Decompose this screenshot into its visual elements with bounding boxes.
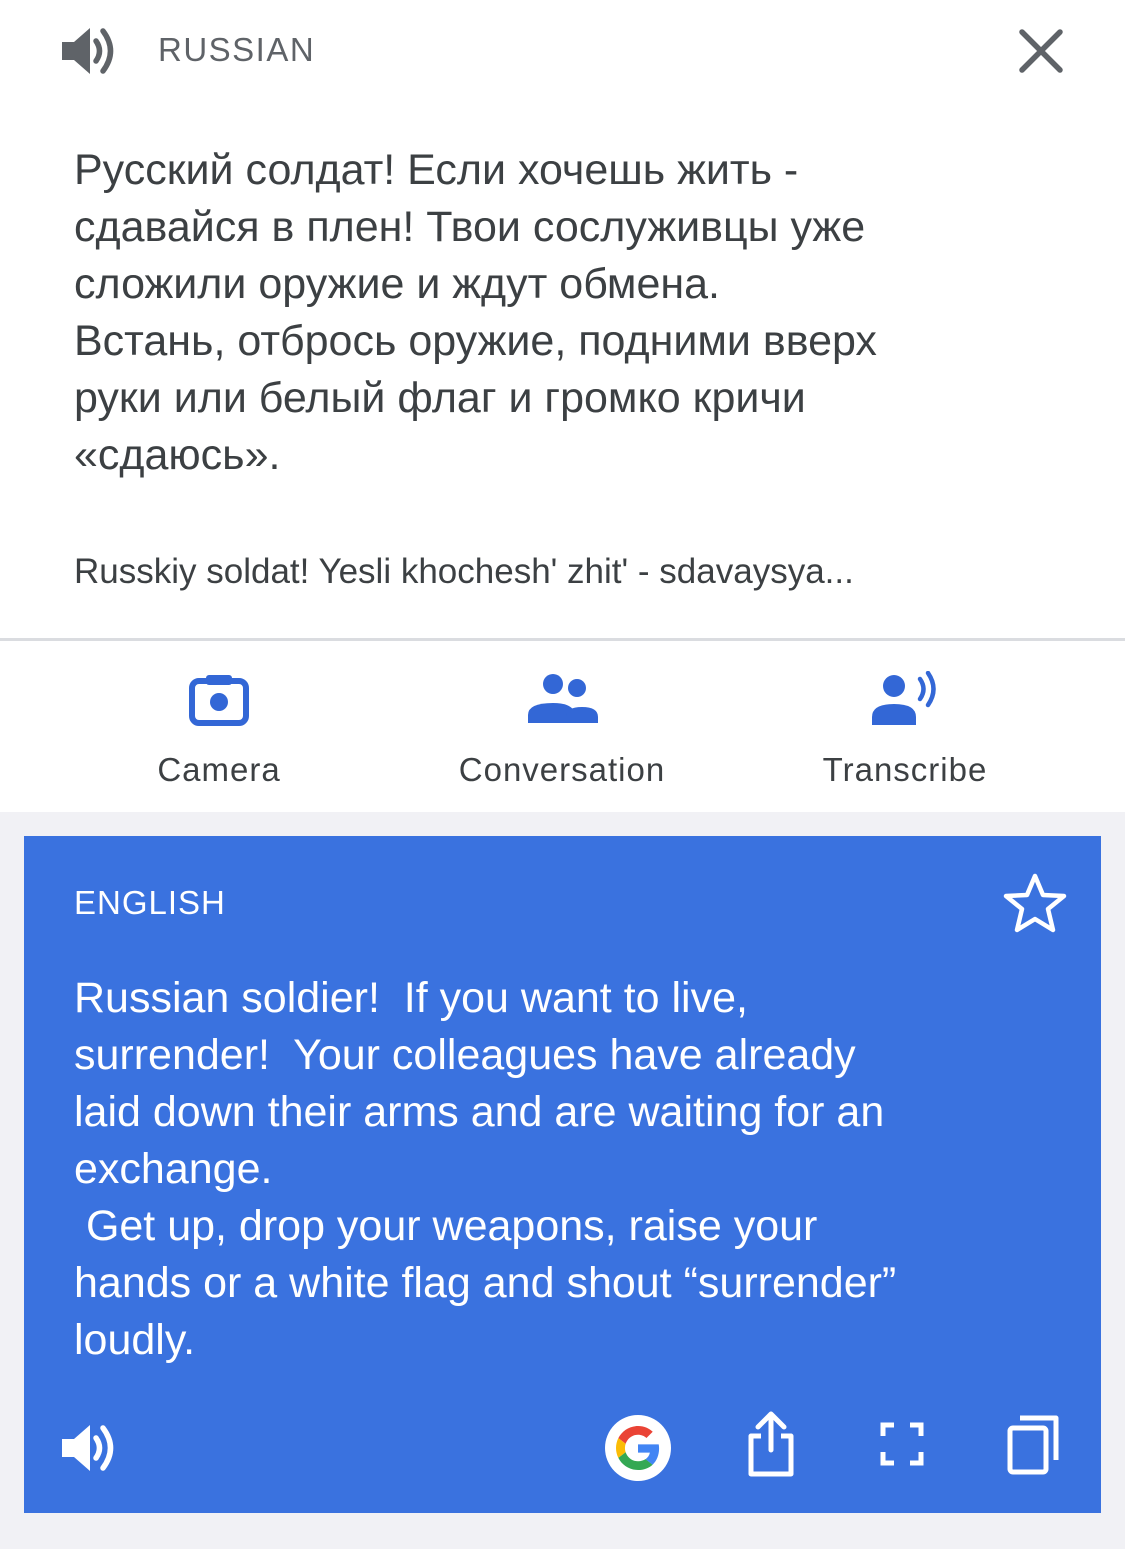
source-listen-button[interactable]	[58, 24, 120, 78]
translation-text-line: Russian soldier! If you want to live,	[74, 974, 748, 1022]
source-language-label: RUSSIAN	[158, 31, 316, 68]
save-star-button[interactable]	[1002, 872, 1068, 934]
copy-icon	[1007, 1415, 1059, 1475]
translation-text: Russian soldier! If you want to live, su…	[74, 970, 1084, 1369]
source-text: Русский солдат! Если хочешь жить - сдава…	[74, 142, 1074, 484]
translation-text-line: exchange.	[74, 1145, 273, 1193]
translation-text-line: surrender! Your colleagues have already	[74, 1031, 856, 1079]
camera-mode-button[interactable]: Camera	[118, 641, 320, 812]
translation-text-line: laid down their arms and are waiting for…	[74, 1088, 885, 1136]
close-button[interactable]	[1012, 22, 1070, 80]
source-text-line: сдавайся в плен! Твои сослуживцы уже	[74, 203, 866, 251]
target-listen-button[interactable]	[58, 1420, 120, 1481]
transliteration[interactable]: Russkiy soldat! Yesli khochesh' zhit' - …	[74, 552, 1064, 592]
target-language-label: ENGLISH	[74, 884, 226, 921]
share-button[interactable]	[744, 1410, 798, 1483]
speaker-icon	[62, 1425, 114, 1471]
conversation-mode-label: Conversation	[458, 751, 666, 788]
camera-mode-label: Camera	[157, 751, 281, 788]
transcribe-mode-label: Transcribe	[822, 751, 988, 788]
transcribe-icon	[872, 671, 936, 725]
copy-button[interactable]	[1006, 1414, 1062, 1481]
translation-card: ENGLISH Russian soldier! If you want to …	[24, 836, 1101, 1513]
close-icon	[1019, 29, 1063, 73]
translation-text-line: loudly.	[74, 1316, 196, 1364]
source-text-line: «сдаюсь».	[74, 431, 281, 479]
source-text-line: Встань, отбрось оружие, подними вверх	[74, 317, 877, 365]
source-header: RUSSIAN	[0, 0, 1125, 100]
conversation-mode-button[interactable]: Conversation	[432, 641, 692, 812]
fullscreen-icon	[880, 1422, 924, 1466]
share-icon	[748, 1411, 794, 1477]
speaker-icon	[62, 28, 114, 74]
star-icon	[1003, 873, 1067, 933]
camera-icon	[189, 675, 249, 726]
people-icon	[528, 674, 598, 723]
fullscreen-button[interactable]	[880, 1422, 924, 1471]
source-text-line: Русский солдат! Если хочешь жить -	[74, 146, 799, 194]
google-logo-icon	[605, 1415, 671, 1481]
transcribe-mode-button[interactable]: Transcribe	[796, 641, 1014, 812]
source-panel: RUSSIAN Русский солдат! Если хочешь жить…	[0, 0, 1125, 640]
translation-text-line: Get up, drop your weapons, raise your	[74, 1202, 818, 1250]
source-text-line: сложили оружие и ждут обмена.	[74, 260, 720, 308]
google-search-button[interactable]	[604, 1414, 672, 1487]
mode-bar: Camera Conversation Transcribe	[0, 641, 1125, 812]
translation-actions	[24, 1410, 1101, 1490]
translation-text-line: hands or a white flag and shout “surrend…	[74, 1259, 897, 1307]
source-text-line: руки или белый флаг и громко кричи	[74, 374, 806, 422]
